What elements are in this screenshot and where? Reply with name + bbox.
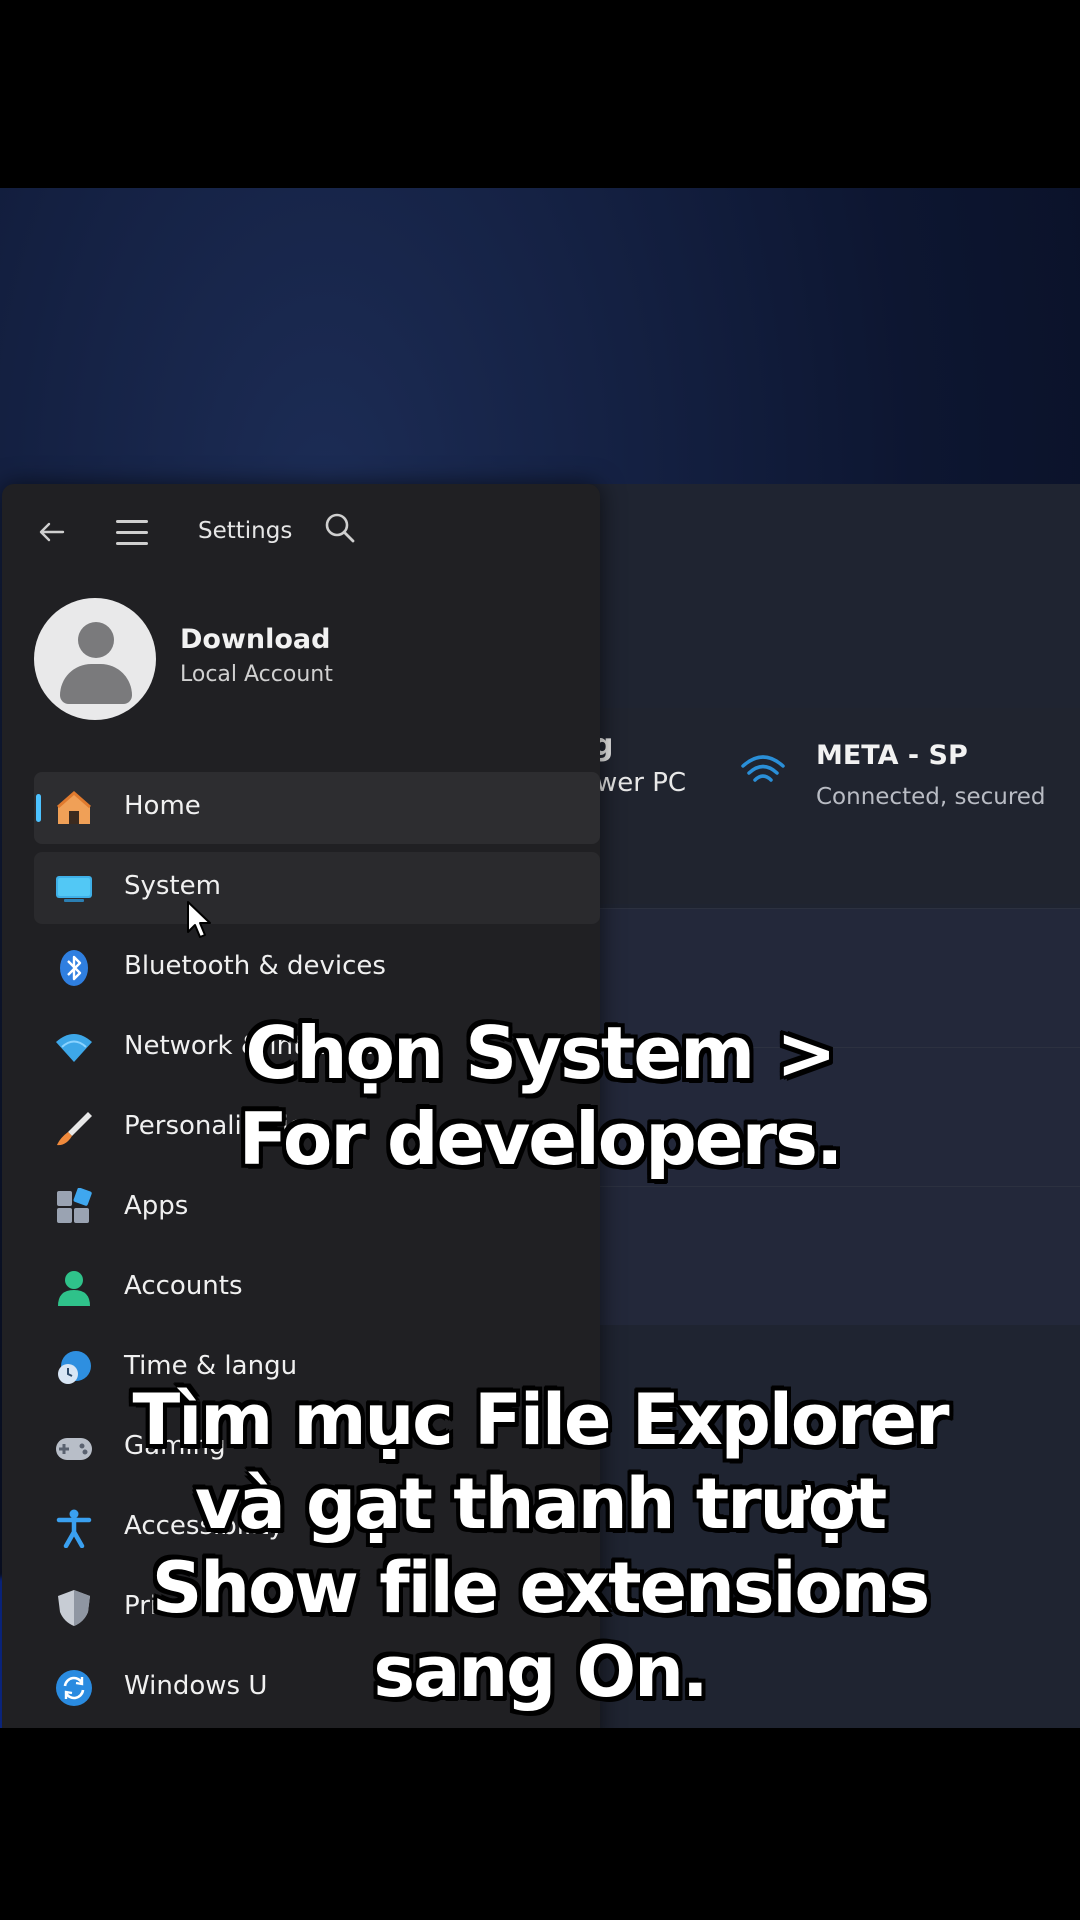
nav-label: System <box>124 871 221 901</box>
system-icon <box>56 876 92 902</box>
hamburger-menu-button[interactable] <box>112 512 152 552</box>
caption-line: Show file extensions <box>151 1547 930 1629</box>
app-title: Settings <box>198 518 293 544</box>
avatar-head <box>78 622 114 658</box>
home-icon <box>57 791 91 824</box>
nav-item-bluetooth[interactable]: Bluetooth & devices <box>34 932 600 1004</box>
caption-instruction-2: Tìm mục File Explorer và gạt thanh trượt… <box>0 1378 1080 1714</box>
menu-line <box>116 531 148 534</box>
menu-line <box>116 520 148 523</box>
search-icon <box>325 513 355 543</box>
search-button[interactable] <box>322 510 362 550</box>
avatar <box>34 598 156 720</box>
profile-account-type: Local Account <box>180 662 333 687</box>
nav-item-apps[interactable]: Apps <box>34 1172 600 1244</box>
nav-label: Home <box>124 791 201 821</box>
user-profile[interactable]: Download Local Account <box>34 598 594 722</box>
nav-label: Bluetooth & devices <box>124 951 386 981</box>
menu-line <box>116 542 148 545</box>
caption-line: Tìm mục File Explorer <box>132 1379 949 1461</box>
caption-instruction-1: Chọn System > For developers. <box>0 1010 1080 1183</box>
caption-line: sang On. <box>373 1631 708 1713</box>
active-indicator <box>36 794 41 822</box>
caption-line: Chọn System > <box>245 1011 836 1095</box>
caption-line: For developers. <box>238 1097 844 1182</box>
device-type-fragment: wer PC <box>596 768 687 798</box>
nav-label: Time & langu <box>124 1351 298 1381</box>
back-button[interactable] <box>32 512 72 552</box>
person-icon <box>58 1271 90 1306</box>
content-row <box>600 1186 1080 1325</box>
nav-item-accounts[interactable]: Accounts <box>34 1252 600 1324</box>
back-arrow-icon <box>39 522 65 542</box>
nav-label: Accounts <box>124 1271 243 1301</box>
mouse-cursor-icon <box>187 901 211 938</box>
nav-item-home[interactable]: Home <box>34 772 600 844</box>
profile-name: Download <box>180 624 331 655</box>
avatar-body <box>60 664 132 704</box>
network-status: Connected, secured <box>816 784 1046 810</box>
caption-line: và gạt thanh trượt <box>194 1463 887 1545</box>
bluetooth-icon <box>60 950 88 986</box>
nav-item-system[interactable]: System <box>34 852 600 924</box>
apps-icon <box>57 1188 92 1223</box>
network-name: META - SP <box>816 740 968 771</box>
title-bar: Settings <box>2 484 600 580</box>
nav-label: Apps <box>124 1191 189 1221</box>
wifi-status-icon <box>741 755 785 782</box>
